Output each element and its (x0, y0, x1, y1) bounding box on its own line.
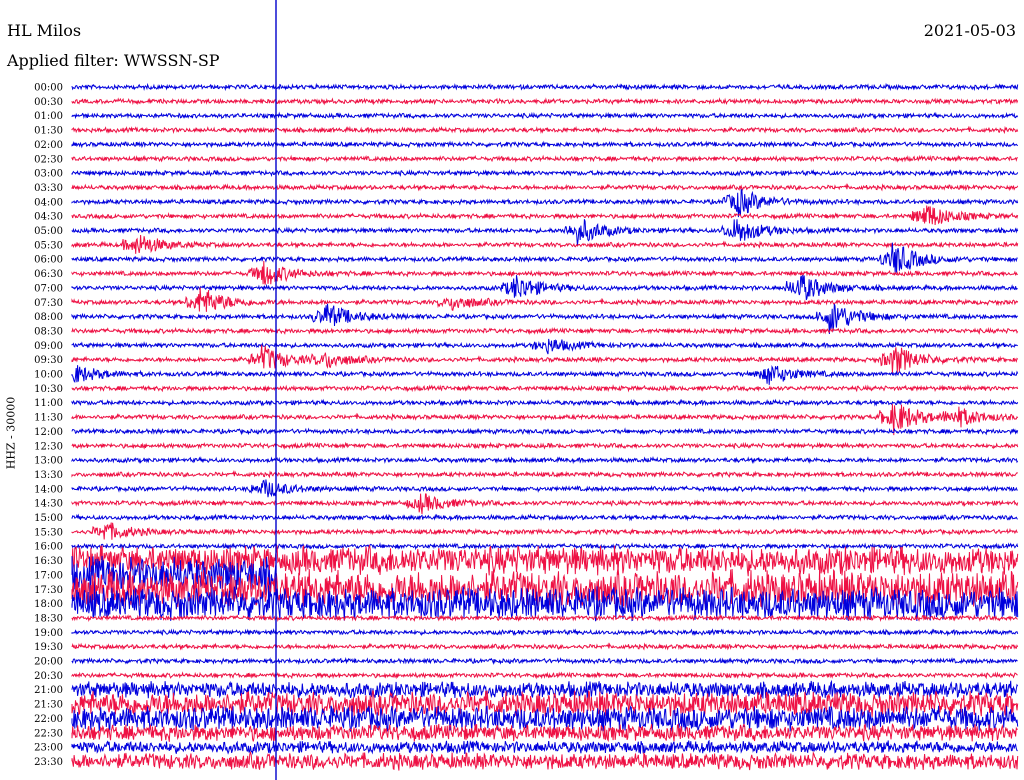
row-label: 21:00 (34, 685, 63, 696)
trace-row (71, 97, 1019, 106)
trace-row (71, 642, 1019, 651)
trace-row (71, 427, 1019, 436)
trace-row (71, 219, 1019, 246)
trace-row (71, 723, 1018, 743)
row-label: 23:30 (34, 757, 63, 768)
trace-row (71, 522, 1018, 540)
row-label: 18:00 (34, 599, 63, 610)
trace-group (71, 82, 1019, 771)
row-label: 16:00 (34, 542, 63, 553)
trace-row (71, 274, 1018, 301)
trace-row (71, 671, 1018, 680)
trace-row (71, 338, 1018, 355)
row-label: 06:30 (34, 269, 63, 280)
row-label: 09:00 (34, 341, 63, 352)
row-label: 08:30 (34, 326, 63, 337)
trace-row (71, 479, 1018, 498)
row-label: 19:30 (34, 642, 63, 653)
row-label: 15:30 (34, 527, 63, 538)
trace-row (71, 205, 1019, 226)
trace-row (71, 750, 1019, 771)
trace-row (71, 242, 1018, 275)
row-label: 16:30 (34, 556, 63, 567)
row-label: 13:00 (34, 456, 63, 467)
row-label: 12:00 (34, 427, 63, 438)
row-label: 07:00 (34, 283, 63, 294)
row-label: 21:30 (34, 700, 63, 711)
row-label: 03:30 (34, 183, 63, 194)
row-tick-labels: 00:00 00:30 01:00 01:30 02:00 02:30 03:00 03:30… (34, 83, 63, 768)
row-label: 17:30 (34, 585, 63, 596)
row-label: 22:00 (34, 714, 63, 725)
row-label: 07:30 (34, 298, 63, 309)
row-label: 10:30 (34, 384, 63, 395)
row-label: 04:30 (34, 212, 63, 223)
row-label: 05:30 (34, 240, 63, 251)
trace-row (71, 470, 1019, 479)
trace-row (71, 364, 1019, 385)
row-label: 06:00 (34, 255, 63, 266)
row-label: 01:30 (34, 126, 63, 137)
trace-row (71, 384, 1019, 393)
row-label: 00:00 (34, 83, 63, 94)
trace-row (71, 82, 1019, 92)
trace-row (71, 513, 1018, 522)
row-label: 14:00 (34, 484, 63, 495)
trace-row (71, 739, 1018, 755)
trace-row (71, 398, 1019, 407)
row-label: 18:30 (34, 613, 63, 624)
trace-row (71, 183, 1019, 192)
trace-row (71, 542, 1019, 551)
trace-row (71, 628, 1019, 637)
row-label: 01:00 (34, 111, 63, 122)
trace-row (71, 303, 1019, 335)
trace-row (71, 344, 1019, 374)
row-label: 04:00 (34, 197, 63, 208)
trace-row (71, 189, 1019, 218)
trace-row (71, 679, 1019, 699)
row-label: 23:00 (34, 743, 63, 754)
trace-row (71, 168, 1019, 178)
trace-row (71, 140, 1019, 149)
trace-row (71, 326, 1019, 336)
row-label: 08:00 (34, 312, 63, 323)
trace-row (71, 111, 1019, 120)
trace-row (71, 613, 1018, 623)
row-label: 12:30 (34, 441, 63, 452)
row-label: 13:30 (34, 470, 63, 481)
row-label: 11:00 (34, 398, 63, 409)
row-label: 00:30 (34, 97, 63, 108)
trace-row (71, 441, 1019, 450)
trace-row (71, 260, 1019, 285)
seismogram-plot: 00:00 00:30 01:00 01:30 02:00 02:30 03:00 03:30… (34, 0, 1019, 780)
row-label: 17:00 (34, 570, 63, 581)
trace-row (71, 234, 1019, 254)
row-label: 10:00 (34, 370, 63, 381)
row-label: 11:30 (34, 413, 63, 424)
trace-row (71, 656, 1018, 666)
trace-row (71, 455, 1019, 465)
row-label: 20:00 (34, 657, 63, 668)
row-label: 19:00 (34, 628, 63, 639)
row-label: 09:30 (34, 355, 63, 366)
trace-row (71, 125, 1019, 135)
row-label: 20:30 (34, 671, 63, 682)
row-label: 22:30 (34, 728, 63, 739)
trace-row (71, 493, 1019, 515)
trace-row (71, 287, 1019, 312)
row-label: 14:30 (34, 499, 63, 510)
row-label: 03:00 (34, 169, 63, 180)
row-label: 02:30 (34, 154, 63, 165)
row-label: 05:00 (34, 226, 63, 237)
row-label: 02:00 (34, 140, 63, 151)
row-label: 15:00 (34, 513, 63, 524)
trace-row (71, 154, 1018, 163)
